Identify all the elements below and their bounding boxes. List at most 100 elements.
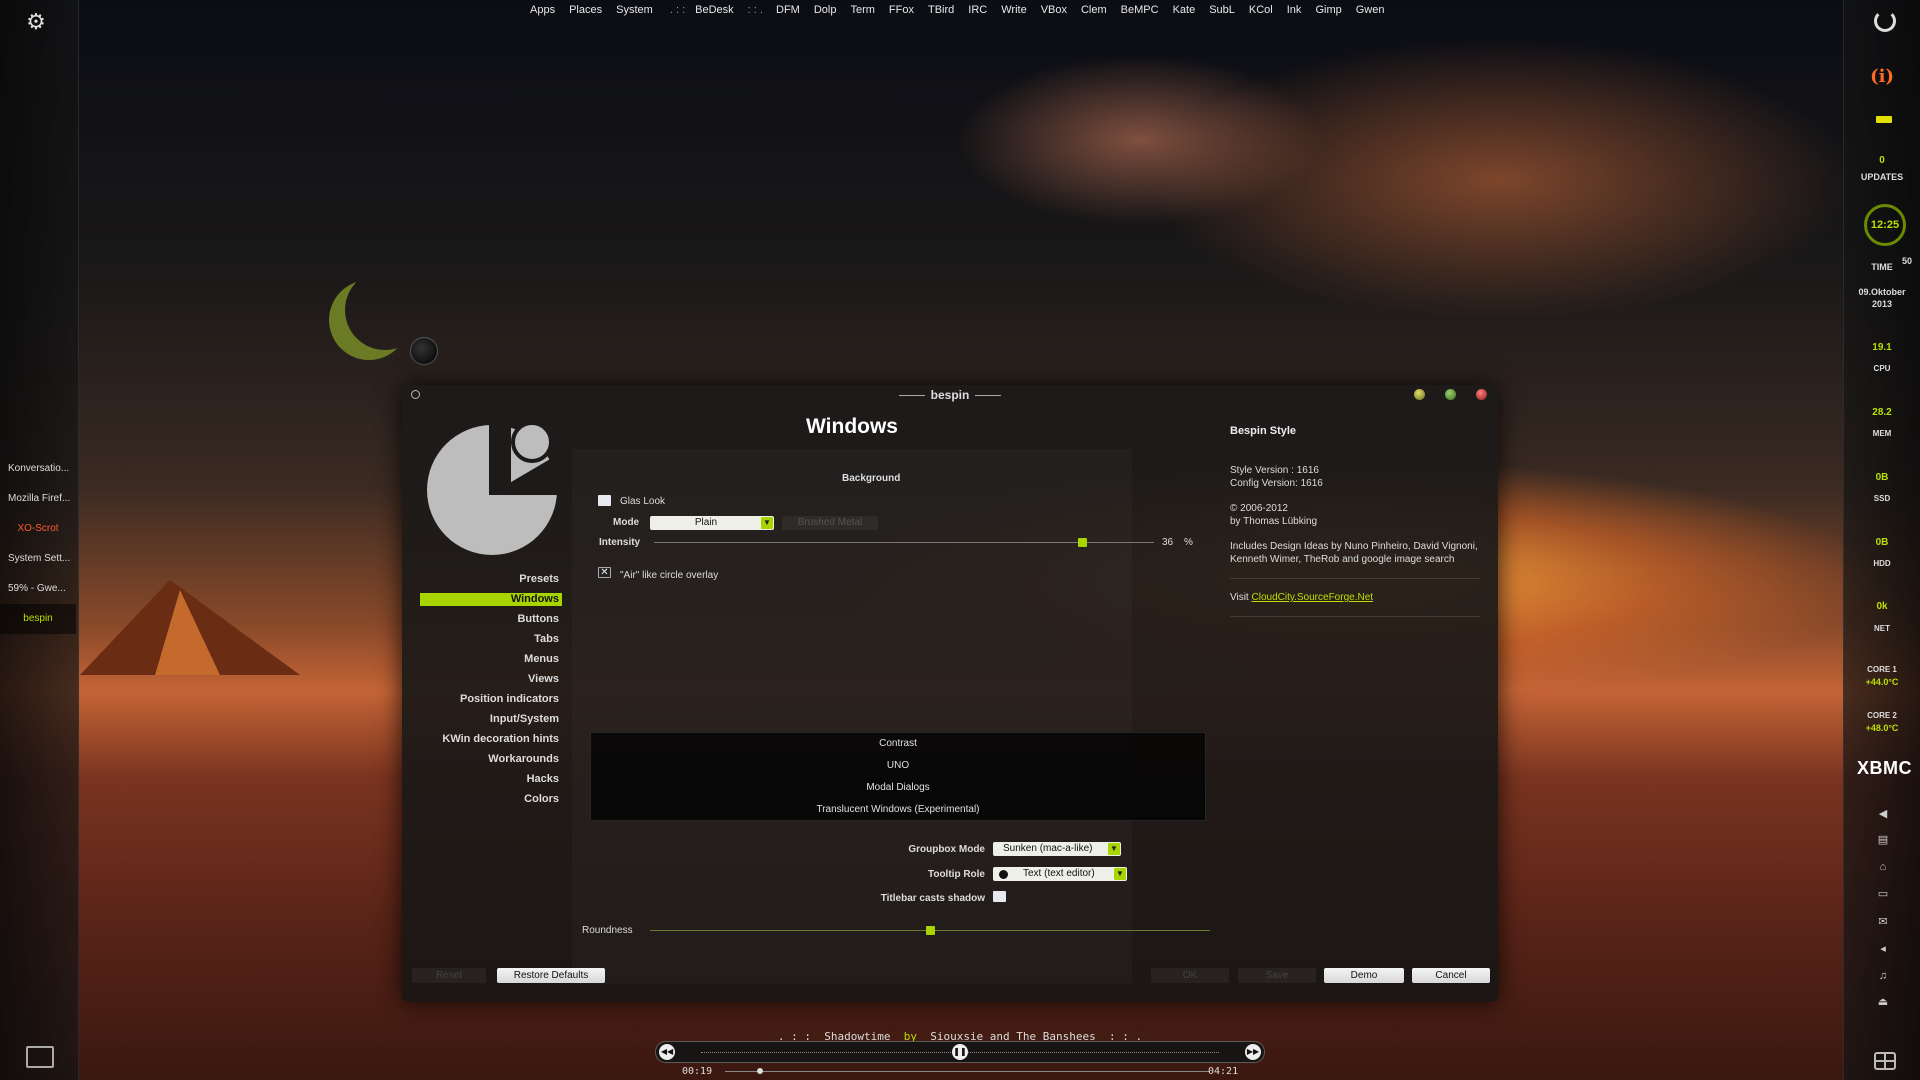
list-item-translucent-windows[interactable]: Translucent Windows (Experimental) <box>591 799 1205 821</box>
ok-button[interactable]: OK <box>1151 968 1229 983</box>
launcher-ffox[interactable]: FFox <box>889 4 914 16</box>
clipboard-icon[interactable]: ▤ <box>1876 834 1890 846</box>
nav-menus[interactable]: Menus <box>420 649 562 669</box>
task-konversation[interactable]: Konversatio... <box>0 454 76 484</box>
save-button[interactable]: Save <box>1238 968 1316 983</box>
menu-apps[interactable]: Apps <box>530 4 555 16</box>
titlebar-shadow-checkbox[interactable] <box>993 891 1006 902</box>
cloudcity-link[interactable]: CloudCity.SourceForge.Net <box>1252 592 1374 603</box>
launcher-ink[interactable]: Ink <box>1287 4 1302 16</box>
groupbox-mode-combo[interactable]: Sunken (mac-a-like) ▼ <box>993 842 1121 856</box>
nav-kwin-decoration-hints[interactable]: KWin decoration hints <box>420 729 562 749</box>
credits: Includes Design Ideas by Nuno Pinheiro, … <box>1230 541 1478 565</box>
core2-label: CORE 2 <box>1867 711 1897 720</box>
reset-button[interactable]: Reset <box>412 968 486 983</box>
show-desktop-icon[interactable] <box>26 1046 54 1068</box>
tooltip-role-value: Text (text editor) <box>1023 868 1095 879</box>
air-overlay-checkbox[interactable]: ✕ <box>598 567 611 578</box>
pause-icon[interactable]: ❚❚ <box>952 1044 968 1060</box>
nav-views[interactable]: Views <box>420 669 562 689</box>
launcher-clem[interactable]: Clem <box>1081 4 1107 16</box>
launcher-kcol[interactable]: KCol <box>1249 4 1273 16</box>
restore-defaults-button[interactable]: Restore Defaults <box>497 968 605 983</box>
cancel-button[interactable]: Cancel <box>1412 968 1490 983</box>
window-titlebar[interactable]: bespin <box>402 385 1498 405</box>
clock-widget: 12:25 <box>1864 204 1906 246</box>
seek-bar[interactable] <box>725 1068 1210 1074</box>
device-icon[interactable]: ⌂ <box>1876 861 1890 873</box>
wallpaper-mountain-lit <box>155 590 220 675</box>
about-title: Bespin Style <box>1230 425 1297 437</box>
nav-position-indicators[interactable]: Position indicators <box>420 689 562 709</box>
ssd-label: SSD <box>1873 494 1891 503</box>
tooltip-role-combo[interactable]: Text (text editor) ▼ <box>993 867 1127 881</box>
mem-value: 28.2 <box>1872 407 1892 418</box>
music-icon[interactable]: ♫ <box>1876 970 1890 982</box>
task-bespin[interactable]: bespin <box>0 604 76 634</box>
options-list: Contrast UNO Modal Dialogs Translucent W… <box>590 732 1206 821</box>
eject-icon[interactable]: ⏏ <box>1876 996 1890 1008</box>
updates-label: UPDATES <box>1860 172 1904 182</box>
seek-handle[interactable] <box>757 1068 764 1074</box>
nav-colors[interactable]: Colors <box>420 789 562 809</box>
nav-tabs[interactable]: Tabs <box>420 629 562 649</box>
launcher-vbox[interactable]: VBox <box>1041 4 1067 16</box>
bespin-dialog: bespin Presets Windows Buttons Tabs Menu… <box>402 385 1498 1002</box>
info-icon[interactable]: (i) <box>1870 66 1894 87</box>
launcher-tbird[interactable]: TBird <box>928 4 954 16</box>
launcher-term[interactable]: Term <box>850 4 874 16</box>
maximize-button[interactable] <box>1445 389 1456 400</box>
list-item-modal-dialogs[interactable]: Modal Dialogs <box>591 777 1205 799</box>
nav-workarounds[interactable]: Workarounds <box>420 749 562 769</box>
hdd-label: HDD <box>1873 559 1891 568</box>
xbmc-logo[interactable]: XBMC <box>1857 758 1912 779</box>
volume-icon[interactable]: ◀ <box>1876 808 1890 820</box>
glas-look-checkbox[interactable] <box>598 495 611 506</box>
task-system-settings[interactable]: System Sett... <box>0 544 76 574</box>
launcher-write[interactable]: Write <box>1001 4 1026 16</box>
roundness-label: Roundness <box>582 925 633 936</box>
app-grid-icon[interactable] <box>1874 1052 1896 1070</box>
chat-icon[interactable]: ▭ <box>1876 888 1890 900</box>
kde-menu-icon[interactable]: ⚙ <box>24 10 48 34</box>
launcher-bempc[interactable]: BeMPC <box>1121 4 1159 16</box>
next-icon[interactable]: ▶▶ <box>1245 1044 1261 1060</box>
previous-icon[interactable]: ◀◀ <box>659 1044 675 1060</box>
menu-places[interactable]: Places <box>569 4 602 16</box>
list-item-uno[interactable]: UNO <box>591 755 1205 777</box>
task-xo-scrot[interactable]: XO-Scrot <box>0 514 76 544</box>
task-gwenview[interactable]: 59% - Gwe... <box>0 574 76 604</box>
task-firefox[interactable]: Mozilla Firef... <box>0 484 76 514</box>
minimize-button[interactable] <box>1414 389 1425 400</box>
time-label: TIME <box>1871 262 1893 272</box>
launcher-subl[interactable]: SubL <box>1209 4 1235 16</box>
mail-icon[interactable]: ✉ <box>1876 916 1890 928</box>
brushed-metal-option: Brushed Metal <box>782 516 878 530</box>
list-item-contrast[interactable]: Contrast <box>591 733 1205 755</box>
nav-buttons[interactable]: Buttons <box>420 609 562 629</box>
ssd-value: 0B <box>1875 472 1889 483</box>
power-icon[interactable] <box>1874 10 1896 32</box>
total-time: 04:21 <box>1208 1066 1239 1077</box>
nav-hacks[interactable]: Hacks <box>420 769 562 789</box>
settings-nav: Presets Windows Buttons Tabs Menus Views… <box>420 569 562 809</box>
menu-system[interactable]: System <box>616 4 653 16</box>
nav-windows[interactable]: Windows <box>420 593 562 606</box>
nav-presets[interactable]: Presets <box>420 569 562 589</box>
launcher-bedesk[interactable]: BeDesk <box>695 4 734 16</box>
launcher-gwen[interactable]: Gwen <box>1356 4 1385 16</box>
launcher-dolp[interactable]: Dolp <box>814 4 837 16</box>
demo-button[interactable]: Demo <box>1324 968 1404 983</box>
page-title: Windows <box>806 415 898 438</box>
roundness-slider-handle[interactable] <box>926 926 935 935</box>
notification-icon[interactable]: ◂ <box>1876 943 1890 955</box>
nav-input-system[interactable]: Input/System <box>420 709 562 729</box>
launcher-kate[interactable]: Kate <box>1173 4 1196 16</box>
date-line2: 2013 <box>1871 299 1893 309</box>
mode-combo[interactable]: Plain ▼ <box>650 516 774 530</box>
launcher-irc[interactable]: IRC <box>968 4 987 16</box>
close-button[interactable] <box>1476 389 1487 400</box>
intensity-slider-handle[interactable] <box>1078 538 1087 547</box>
launcher-dfm[interactable]: DFM <box>776 4 800 16</box>
launcher-gimp[interactable]: Gimp <box>1315 4 1341 16</box>
